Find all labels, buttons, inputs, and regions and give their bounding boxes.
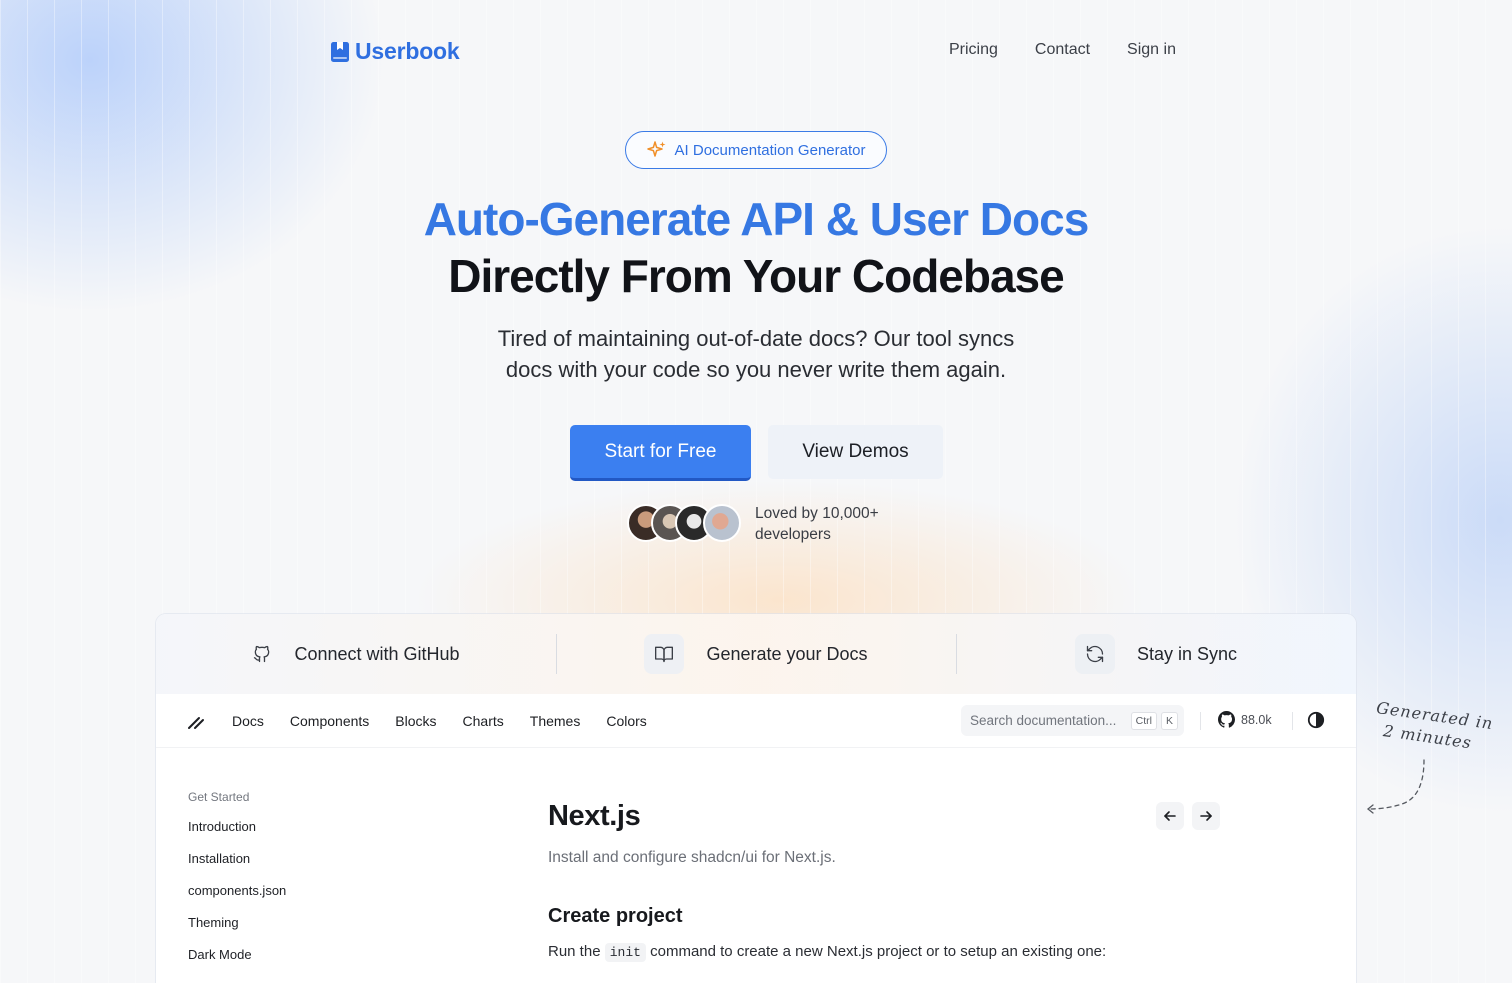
divider <box>1200 712 1201 730</box>
avatar-group <box>627 504 747 542</box>
inline-code: init <box>604 943 646 962</box>
docs-nav-components[interactable]: Components <box>290 713 369 729</box>
brand-logo[interactable]: Userbook <box>331 38 460 65</box>
nav-contact[interactable]: Contact <box>1035 41 1090 59</box>
nav-pricing[interactable]: Pricing <box>949 41 998 59</box>
dashed-arrow-icon <box>1366 759 1425 814</box>
docs-sidebar: Get Started Introduction Installation co… <box>188 790 286 979</box>
view-demos-button[interactable]: View Demos <box>768 425 943 479</box>
step-generate-docs[interactable]: Generate your Docs <box>556 614 956 694</box>
step-icon-wrap <box>1074 634 1115 674</box>
slash-logo-icon[interactable] <box>186 711 206 731</box>
sidebar-item-components-json[interactable]: components.json <box>188 883 286 915</box>
top-nav: Pricing Contact Sign in <box>949 41 1176 59</box>
step-label: Generate your Docs <box>706 643 868 664</box>
social-proof-line-1: Loved by 10,000+ <box>755 505 879 522</box>
github-icon <box>1218 711 1235 728</box>
github-star-count: 88.0k <box>1241 712 1272 727</box>
page-title: Next.js <box>548 800 641 832</box>
docs-nav-charts[interactable]: Charts <box>463 713 504 729</box>
step-label: Connect with GitHub <box>294 643 460 664</box>
steps-bar: Connect with GitHub Generate your Docs S… <box>156 614 1356 694</box>
search-placeholder: Search documentation... <box>970 713 1117 728</box>
docs-nav-colors[interactable]: Colors <box>606 713 646 729</box>
social-proof-line-2: developers <box>755 526 831 543</box>
subtitle-line-1: Tired of maintaining out-of-date docs? O… <box>497 326 1015 351</box>
refresh-icon <box>1086 645 1104 663</box>
bookmark-book-icon <box>331 41 349 62</box>
social-proof: Loved by 10,000+ developers <box>755 503 879 545</box>
sparkle-icon <box>646 141 666 157</box>
previous-page-button[interactable] <box>1156 802 1184 830</box>
start-for-free-button[interactable]: Start for Free <box>570 425 751 481</box>
page-pager <box>1156 802 1220 830</box>
step-connect-github[interactable]: Connect with GitHub <box>156 614 556 694</box>
section-text: Run the init command to create a new Nex… <box>548 943 1228 962</box>
page-description: Install and configure shadcn/ui for Next… <box>548 849 836 866</box>
hero-subtitle: Tired of maintaining out-of-date docs? O… <box>0 323 1512 385</box>
product-preview-panel: Connect with GitHub Generate your Docs S… <box>156 614 1356 983</box>
section-text-after: command to create a new Next.js project … <box>650 943 1107 960</box>
github-stars-link[interactable]: 88.0k <box>1218 711 1272 728</box>
docs-content: Next.js Install and configure shadcn/ui … <box>548 800 1228 962</box>
nav-sign-in[interactable]: Sign in <box>1127 41 1176 59</box>
next-page-button[interactable] <box>1192 802 1220 830</box>
kbd-ctrl: Ctrl <box>1130 712 1157 730</box>
sidebar-item-installation[interactable]: Installation <box>188 851 286 883</box>
step-stay-in-sync[interactable]: Stay in Sync <box>956 614 1356 694</box>
section-text-before: Run the <box>548 943 601 960</box>
theme-toggle-icon[interactable] <box>1307 711 1325 729</box>
section-title: Create project <box>548 905 683 927</box>
subtitle-line-2: docs with your code so you never write t… <box>505 357 1007 382</box>
sidebar-item-dark-mode[interactable]: Dark Mode <box>188 947 286 979</box>
headline-primary: Auto-Generate API & User Docs <box>423 193 1090 245</box>
kbd-k: K <box>1160 712 1178 730</box>
docs-nav-blocks[interactable]: Blocks <box>395 713 436 729</box>
step-label: Stay in Sync <box>1136 643 1238 664</box>
brand-name: Userbook <box>355 38 460 64</box>
ai-badge[interactable]: AI Documentation Generator <box>625 131 887 169</box>
book-icon <box>655 646 674 663</box>
step-icon-wrap <box>644 634 685 674</box>
headline-secondary: Directly From Your Codebase <box>448 250 1064 302</box>
divider <box>1292 712 1293 730</box>
badge-label: AI Documentation Generator <box>674 141 866 159</box>
docs-nav-themes[interactable]: Themes <box>530 713 581 729</box>
arrow-left-icon <box>1164 811 1176 821</box>
arrow-right-icon <box>1200 811 1212 821</box>
avatar <box>703 504 741 542</box>
github-icon <box>254 645 270 663</box>
docs-nav-links: Docs Components Blocks Charts Themes Col… <box>232 713 647 729</box>
sidebar-item-introduction[interactable]: Introduction <box>188 819 286 851</box>
search-shortcut: Ctrl K <box>1127 712 1178 730</box>
sidebar-item-theming[interactable]: Theming <box>188 915 286 947</box>
search-input[interactable]: Search documentation... Ctrl K <box>961 705 1184 736</box>
docs-nav-docs[interactable]: Docs <box>232 713 264 729</box>
docs-navbar: Docs Components Blocks Charts Themes Col… <box>156 694 1356 748</box>
sidebar-heading: Get Started <box>188 790 250 804</box>
